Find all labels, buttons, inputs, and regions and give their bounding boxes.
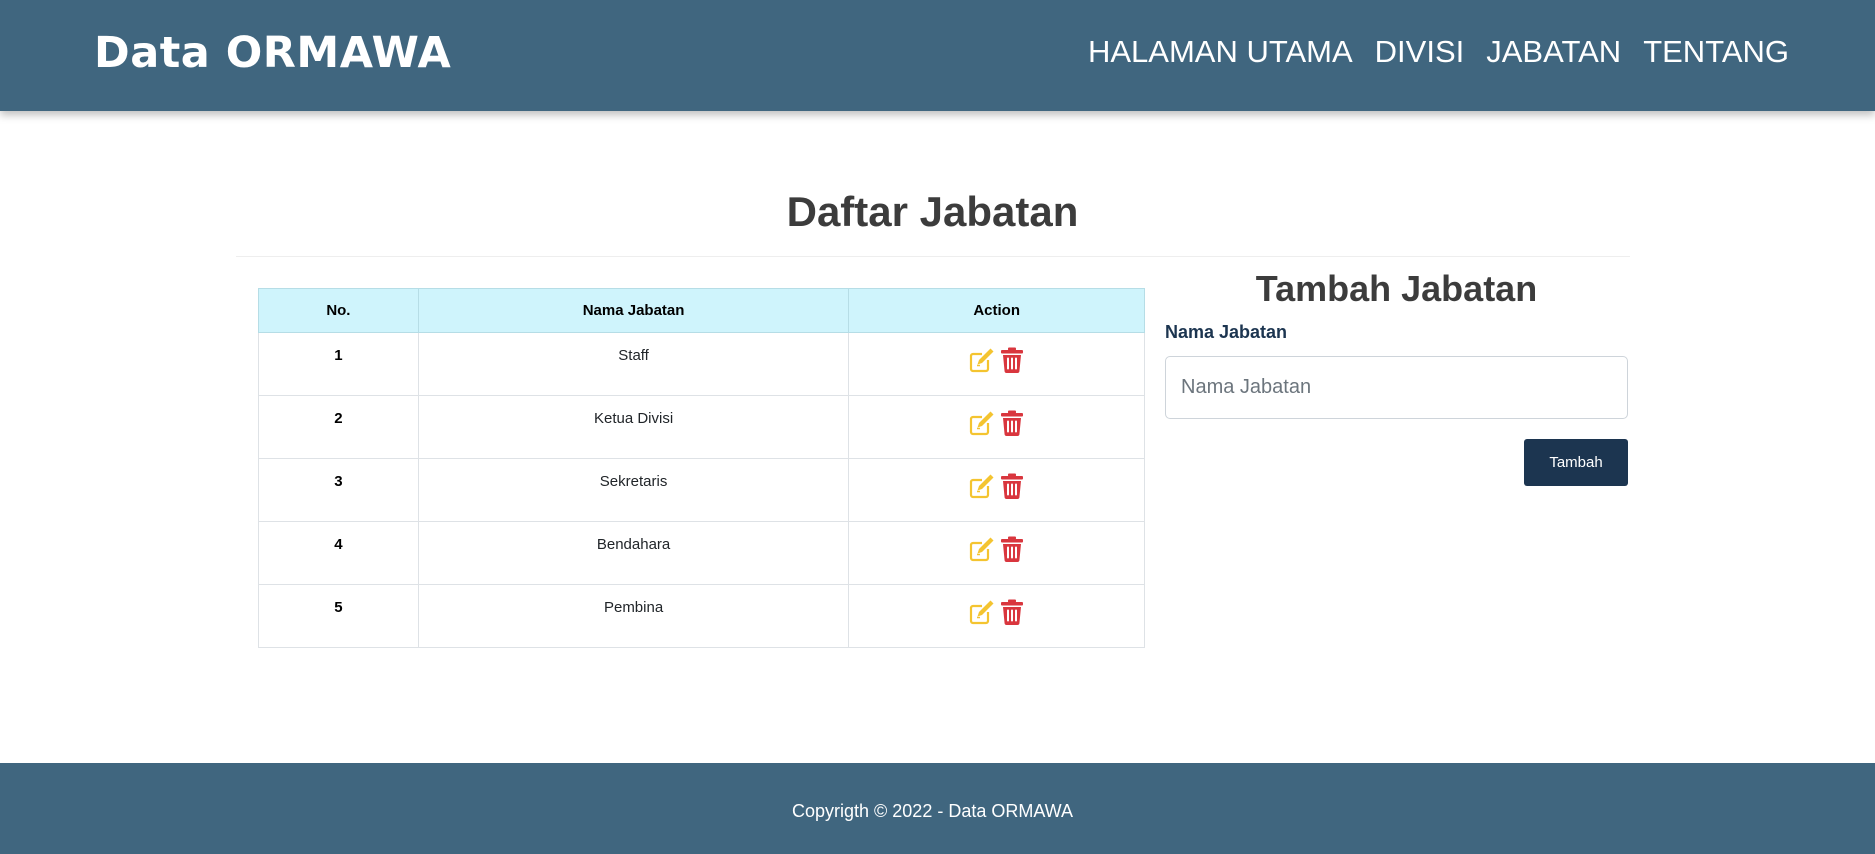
row-number: 4 (258, 521, 419, 585)
row-number: 5 (258, 584, 419, 648)
trash-icon[interactable] (998, 472, 1026, 500)
nama-jabatan-cell: Staff (417, 332, 850, 396)
nama-jabatan-label: Nama Jabatan (1165, 322, 1288, 342)
nav-link-divisi[interactable]: DIVISI (1375, 34, 1465, 70)
brand-logo[interactable]: Data ORMAWA (94, 28, 451, 78)
nama-jabatan-cell: Pembina (417, 584, 850, 648)
edit-icon[interactable] (968, 598, 996, 626)
action-cell (848, 458, 1145, 522)
tambah-button[interactable]: Tambah (1524, 439, 1628, 486)
jabatan-table: No. Nama Jabatan Action 1 Staff 2 Ketua Div… (258, 288, 1145, 648)
action-cell (848, 332, 1145, 396)
nav-link-jabatan[interactable]: JABATAN (1486, 34, 1621, 70)
row-number: 2 (258, 395, 419, 459)
nama-jabatan-input[interactable] (1165, 356, 1628, 419)
edit-icon[interactable] (968, 472, 996, 500)
nama-jabatan-cell: Sekretaris (417, 458, 850, 522)
action-cell (848, 584, 1145, 648)
row-number: 3 (258, 458, 419, 522)
table-row: 4 Bendahara (258, 521, 1145, 585)
table-header-row: No. Nama Jabatan Action (258, 288, 1145, 333)
navbar: Data ORMAWA HALAMAN UTAMA DIVISI JABATAN… (0, 0, 1875, 111)
nav-link-tentang[interactable]: TENTANG (1643, 34, 1789, 70)
copyright-text: Copyrigth © 2022 - Data ORMAWA (791, 801, 1074, 821)
edit-icon[interactable] (968, 346, 996, 374)
column-header-nama-jabatan: Nama Jabatan (417, 288, 850, 333)
table-row: 5 Pembina (258, 584, 1145, 648)
edit-icon[interactable] (968, 409, 996, 437)
table-row: 1 Staff (258, 332, 1145, 396)
trash-icon[interactable] (998, 535, 1026, 563)
trash-icon[interactable] (998, 346, 1026, 374)
divider (236, 256, 1630, 257)
footer: Copyrigth © 2022 - Data ORMAWA (0, 763, 1875, 854)
trash-icon[interactable] (998, 598, 1026, 626)
action-cell (848, 395, 1145, 459)
row-number: 1 (258, 332, 419, 396)
nav-menu: HALAMAN UTAMA DIVISI JABATAN TENTANG (1088, 34, 1789, 70)
table-row: 2 Ketua Divisi (258, 395, 1145, 459)
nav-link-halaman-utama[interactable]: HALAMAN UTAMA (1088, 34, 1353, 70)
edit-icon[interactable] (968, 535, 996, 563)
action-cell (848, 521, 1145, 585)
form-title: Tambah Jabatan (1255, 268, 1538, 309)
column-header-no: No. (258, 288, 419, 333)
page-title: Daftar Jabatan (786, 188, 1079, 235)
nama-jabatan-cell: Ketua Divisi (417, 395, 850, 459)
column-header-action: Action (848, 288, 1145, 333)
nama-jabatan-cell: Bendahara (417, 521, 850, 585)
table-row: 3 Sekretaris (258, 458, 1145, 522)
trash-icon[interactable] (998, 409, 1026, 437)
